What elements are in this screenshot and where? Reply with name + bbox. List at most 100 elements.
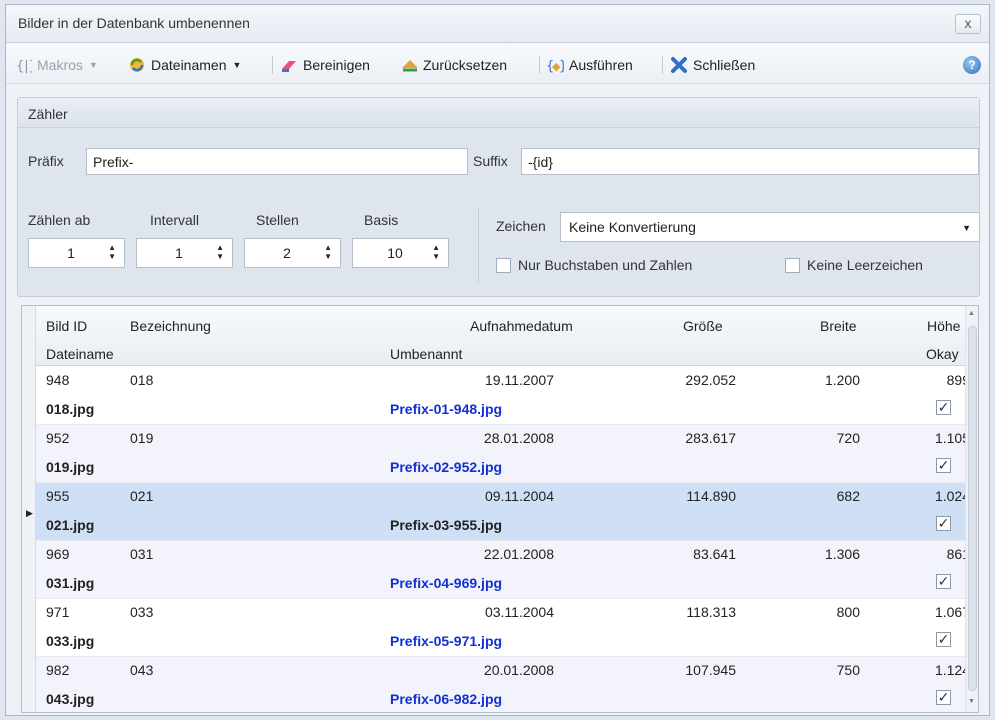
cell-renamed: Prefix-06-982.jpg xyxy=(390,691,503,707)
cell-height: 1.124 xyxy=(934,662,970,678)
refresh-files-icon xyxy=(128,56,146,74)
help-icon[interactable]: ? xyxy=(963,56,981,74)
table-row[interactable]: 982 043 20.01.2008 107.945 750 1.124 043… xyxy=(36,657,970,712)
col-name-header[interactable]: Bezeichnung xyxy=(130,318,211,334)
cell-width: 682 xyxy=(836,488,860,504)
cell-name: 019 xyxy=(130,430,154,446)
eraser-icon xyxy=(280,56,298,74)
interval-label: Intervall xyxy=(150,212,200,228)
images-grid: Bild ID Bezeichnung Aufnahmedatum Größe … xyxy=(21,305,979,713)
table-row[interactable]: 971 033 03.11.2004 118.313 800 1.067 033… xyxy=(36,599,970,657)
suffix-input[interactable]: -{id} xyxy=(521,148,979,175)
cell-id: 969 xyxy=(46,546,70,562)
execute-button[interactable]: {◆} Ausführen xyxy=(546,54,633,76)
reset-button[interactable]: Zurücksetzen xyxy=(400,54,507,76)
scrollbar-thumb[interactable] xyxy=(968,326,977,691)
clean-label: Bereinigen xyxy=(303,57,370,73)
chars-select[interactable]: Keine Konvertierung ▼ xyxy=(560,212,980,242)
chars-label: Zeichen xyxy=(496,218,546,234)
cell-id: 955 xyxy=(46,488,70,504)
cell-id: 948 xyxy=(46,372,70,388)
filenames-label: Dateinamen xyxy=(151,57,227,73)
okay-checkbox[interactable]: ✓ xyxy=(936,574,951,589)
okay-checkbox[interactable]: ✓ xyxy=(936,458,951,473)
okay-checkbox[interactable]: ✓ xyxy=(936,632,951,647)
table-row-selected[interactable]: 955 021 09.11.2004 114.890 682 1.024 021… xyxy=(36,483,970,541)
svg-text:{|}: {|} xyxy=(16,59,32,74)
only-alnum-label: Nur Buchstaben und Zahlen xyxy=(518,257,693,273)
cell-id: 971 xyxy=(46,604,70,620)
okay-checkbox[interactable]: ✓ xyxy=(936,400,951,415)
cell-name: 018 xyxy=(130,372,154,388)
count-from-value: 1 xyxy=(67,245,75,261)
cell-filename: 021.jpg xyxy=(46,517,95,533)
title-bar: Bilder in der Datenbank umbenennen x xyxy=(6,5,989,43)
col-date-header[interactable]: Aufnahmedatum xyxy=(470,318,573,334)
window-title: Bilder in der Datenbank umbenennen xyxy=(18,15,250,31)
col-height-header[interactable]: Höhe xyxy=(927,318,960,334)
cell-id: 982 xyxy=(46,662,70,678)
interval-stepper[interactable]: 1 ▲ ▼ xyxy=(136,238,233,268)
cell-date: 09.11.2004 xyxy=(484,488,554,504)
cell-date: 22.01.2008 xyxy=(483,546,554,562)
cell-id: 952 xyxy=(46,430,70,446)
table-row[interactable]: 952 019 28.01.2008 283.617 720 1.105 019… xyxy=(36,425,970,483)
col-filename-header[interactable]: Dateiname xyxy=(46,346,114,362)
counter-group: Zähler Präfix Prefix- Suffix -{id} Zähle… xyxy=(17,97,980,297)
cell-filename: 043.jpg xyxy=(46,691,95,707)
stepper-arrows-icon[interactable]: ▲ ▼ xyxy=(432,243,440,261)
col-size-header[interactable]: Größe xyxy=(683,318,723,334)
okay-checkbox[interactable]: ✓ xyxy=(936,516,951,531)
toolbar-separator xyxy=(272,56,273,74)
execute-label: Ausführen xyxy=(569,57,633,73)
cell-filename: 033.jpg xyxy=(46,633,95,649)
vertical-scrollbar[interactable]: ▲ ▼ xyxy=(965,306,978,712)
col-id-header[interactable]: Bild ID xyxy=(46,318,87,334)
digits-stepper[interactable]: 2 ▲ ▼ xyxy=(244,238,341,268)
cell-height: 1.067 xyxy=(934,604,970,620)
col-renamed-header[interactable]: Umbenannt xyxy=(390,346,462,362)
table-row[interactable]: 948 018 19.11.2007 292.052 1.200 899 018… xyxy=(36,367,970,425)
prefix-label: Präfix xyxy=(28,153,64,169)
chars-select-value: Keine Konvertierung xyxy=(569,219,696,235)
macros-button[interactable]: {|} Makros ▼ xyxy=(14,54,98,76)
cell-width: 1.200 xyxy=(824,372,860,388)
cell-date: 19.11.2007 xyxy=(484,372,554,388)
close-button[interactable]: Schließen xyxy=(670,54,755,76)
current-row-arrow-icon: ▶ xyxy=(26,508,33,518)
stepper-arrows-icon[interactable]: ▲ ▼ xyxy=(324,243,332,261)
cell-filename: 019.jpg xyxy=(46,459,95,475)
base-stepper[interactable]: 10 ▲ ▼ xyxy=(352,238,449,268)
reset-label: Zurücksetzen xyxy=(423,57,508,73)
stepper-arrows-icon[interactable]: ▲ ▼ xyxy=(108,243,116,261)
macro-icon: {|} xyxy=(14,56,37,74)
col-okay-header[interactable]: Okay xyxy=(926,346,959,362)
cell-height: 861 xyxy=(946,546,970,562)
prefix-input[interactable]: Prefix- xyxy=(86,148,468,175)
cell-size: 292.052 xyxy=(685,372,736,388)
grid-header: Bild ID Bezeichnung Aufnahmedatum Größe … xyxy=(36,306,966,366)
scroll-down-icon[interactable]: ▼ xyxy=(968,698,975,705)
no-spaces-checkbox[interactable] xyxy=(785,258,800,273)
no-spaces-label: Keine Leerzeichen xyxy=(807,257,923,273)
filenames-button[interactable]: Dateinamen ▼ xyxy=(128,54,241,76)
clean-button[interactable]: Bereinigen xyxy=(280,54,370,76)
table-row[interactable]: 969 031 22.01.2008 83.641 1.306 861 031.… xyxy=(36,541,970,599)
cell-renamed: Prefix-01-948.jpg xyxy=(390,401,503,417)
cell-renamed: Prefix-04-969.jpg xyxy=(390,575,503,591)
cell-width: 1.306 xyxy=(824,546,860,562)
only-alnum-checkbox[interactable] xyxy=(496,258,511,273)
count-from-label: Zählen ab xyxy=(28,212,91,228)
cell-name: 031 xyxy=(130,546,154,562)
stepper-arrows-icon[interactable]: ▲ ▼ xyxy=(216,243,224,261)
cell-renamed: Prefix-02-952.jpg xyxy=(390,459,503,475)
cell-filename: 018.jpg xyxy=(46,401,95,417)
col-width-header[interactable]: Breite xyxy=(820,318,857,334)
cell-width: 800 xyxy=(836,604,860,620)
count-from-stepper[interactable]: 1 ▲ ▼ xyxy=(28,238,125,268)
close-window-button[interactable]: x xyxy=(955,14,981,34)
execute-icon: {◆} xyxy=(546,56,567,74)
svg-text:}: } xyxy=(559,59,564,74)
okay-checkbox[interactable]: ✓ xyxy=(936,690,951,705)
scroll-up-icon[interactable]: ▲ xyxy=(968,310,975,317)
